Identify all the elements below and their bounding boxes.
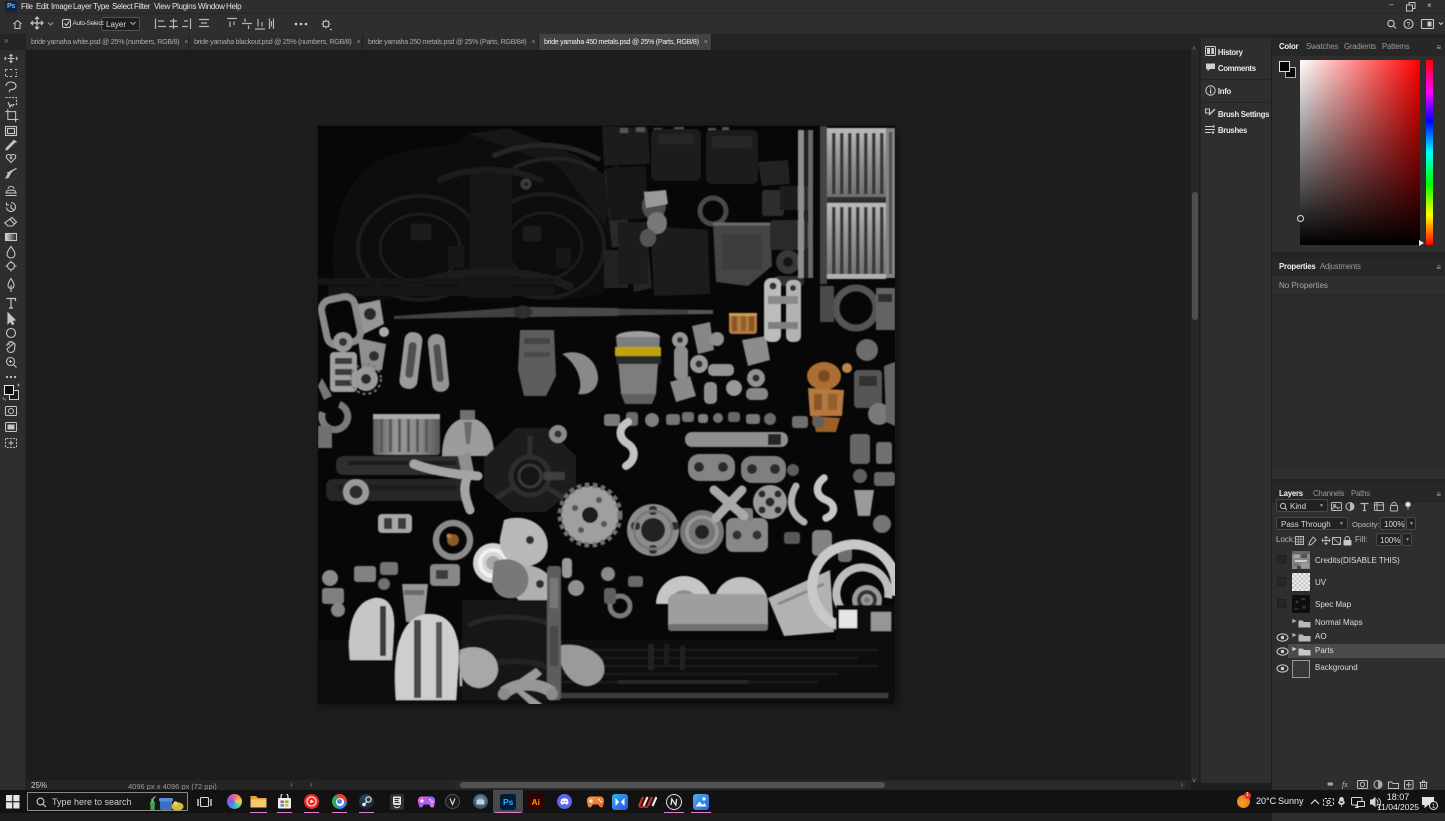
- svg-text:fx: fx: [1342, 780, 1348, 789]
- svg-text:?: ?: [1406, 20, 1410, 29]
